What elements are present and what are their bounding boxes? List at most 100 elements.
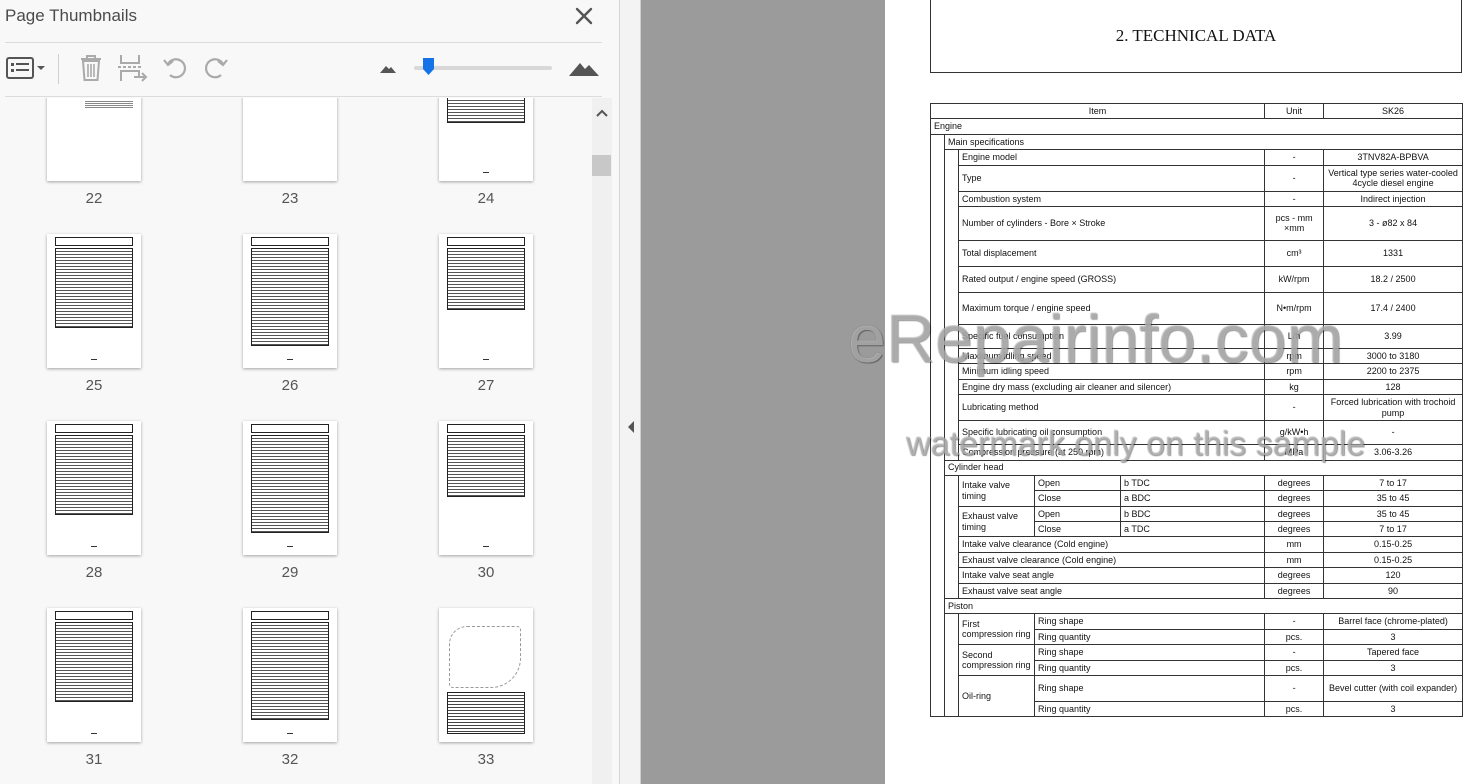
- page-number-label: 31: [85, 751, 103, 768]
- page-thumbnail[interactable]: [47, 234, 141, 368]
- table-row: Intake valve clearance (Cold engine) mm 0.…: [930, 536, 1464, 553]
- indent-cell: [944, 394, 959, 421]
- header-model: SK26: [1323, 102, 1464, 120]
- table-row: Oil-ring Ring shape - Bevel cutter (with co…: [930, 674, 1464, 718]
- indent-cell: [930, 379, 945, 395]
- table-row: Engine dry mass (excluding air cleaner a…: [930, 378, 1464, 396]
- panel-splitter[interactable]: [620, 0, 641, 784]
- page-thumbnail[interactable]: [47, 608, 141, 742]
- indent-cell: [930, 567, 945, 584]
- indent-cell: [930, 675, 945, 702]
- zoom-slider-handle[interactable]: [422, 58, 434, 75]
- spec-unit: -: [1264, 674, 1325, 702]
- valve-timing-label: Exhaust valve timing: [958, 505, 1035, 538]
- close-icon: [575, 7, 593, 25]
- indent-cell: [930, 394, 945, 421]
- spec-value: 3 - ø82 x 84: [1323, 205, 1464, 241]
- page-thumbnail[interactable]: [439, 608, 533, 742]
- ring-label: Oil-ring: [958, 674, 1035, 718]
- indent-cell: [930, 206, 945, 241]
- delete-pages-button[interactable]: [76, 52, 106, 84]
- spec-value: 3TNV82A-BPBVA: [1323, 149, 1464, 166]
- page-thumbnail[interactable]: [439, 421, 533, 555]
- spec-value: 7 to 17: [1323, 474, 1464, 492]
- spec-value: 35 to 45: [1323, 505, 1464, 523]
- indent-cell: [944, 675, 959, 702]
- list-options-icon: [6, 57, 45, 79]
- spec-item: Maximum torque / engine speed: [957, 291, 1266, 325]
- redo-button[interactable]: [201, 52, 231, 84]
- spec-item: Lubricating method: [957, 394, 1266, 422]
- valve-state: Close: [1034, 521, 1121, 538]
- ring-label: First compression ring: [958, 613, 1035, 646]
- zoom-out-button[interactable]: [377, 52, 399, 84]
- page-thumbnail[interactable]: [47, 98, 141, 181]
- spec-value: 3: [1323, 659, 1464, 676]
- page-number-label: 28: [85, 564, 103, 581]
- spec-unit: MPa: [1264, 444, 1325, 461]
- extract-pages-icon: [118, 55, 148, 82]
- valve-reference: b TDC: [1119, 474, 1266, 492]
- spec-unit: degrees: [1264, 474, 1325, 492]
- divider: [5, 96, 602, 97]
- page-thumbnail[interactable]: [243, 234, 337, 368]
- ring-attribute: Ring shape: [1033, 644, 1266, 661]
- spec-value: 17.4 / 2400: [1323, 291, 1464, 325]
- extract-pages-button[interactable]: [116, 52, 148, 84]
- spec-item: Engine model: [957, 149, 1266, 166]
- table-row: Intake valve seat angle degrees 120: [930, 567, 1464, 584]
- spec-unit: L/h: [1264, 323, 1325, 349]
- spec-item: Specific lubricating oil consumption: [957, 420, 1266, 446]
- page-number-label: 25: [85, 377, 103, 394]
- spec-unit: -: [1264, 164, 1325, 192]
- page-thumbnail[interactable]: [243, 608, 337, 742]
- valve-reference: b BDC: [1119, 505, 1266, 523]
- spec-unit: N•m/rpm: [1264, 291, 1325, 325]
- indent-cell: [944, 475, 959, 491]
- table-row: Exhaust valve timing Open b BDC degrees 35 t…: [930, 505, 1464, 538]
- page-thumbnail[interactable]: [439, 98, 533, 181]
- zoom-slider[interactable]: [414, 66, 552, 70]
- indent-cell: [944, 292, 959, 325]
- spec-item: Type: [957, 164, 1266, 192]
- spec-unit: -: [1264, 394, 1325, 422]
- spec-unit: pcs.: [1264, 659, 1325, 676]
- indent-cell: [944, 444, 959, 461]
- indent-cell: [944, 583, 959, 599]
- collapse-panel-button[interactable]: [625, 419, 637, 435]
- thumbnail-options-button[interactable]: [4, 52, 48, 84]
- spec-value: 3.06-3.26: [1323, 444, 1464, 461]
- thumbnail-scrollbar[interactable]: [592, 98, 612, 784]
- indent-cell: [930, 490, 945, 507]
- table-row: Exhaust valve seat angle degrees 90: [930, 582, 1464, 600]
- page-thumbnail[interactable]: [243, 421, 337, 555]
- indent-cell: [944, 613, 959, 630]
- indent-cell: [944, 701, 959, 718]
- table-row: First compression ring Ring shape - Barrel …: [930, 613, 1464, 646]
- undo-button[interactable]: [160, 52, 190, 84]
- page-thumbnail[interactable]: [243, 98, 337, 181]
- valve-reference: a BDC: [1119, 490, 1266, 507]
- indent-cell: [930, 363, 945, 380]
- spec-value: Tapered face: [1323, 644, 1464, 661]
- indent-cell: [944, 490, 959, 507]
- scrollbar-thumb[interactable]: [592, 155, 611, 176]
- scroll-up-button[interactable]: [594, 106, 610, 120]
- indent-cell: [930, 134, 945, 150]
- valve-state: Open: [1034, 474, 1121, 492]
- zoom-in-button[interactable]: [566, 52, 602, 84]
- page-number-label: 24: [477, 190, 495, 207]
- page-thumbnail[interactable]: [47, 421, 141, 555]
- indent-cell: [930, 475, 945, 491]
- page-number-label: 30: [477, 564, 495, 581]
- page-thumbnail[interactable]: [439, 234, 533, 368]
- indent-cell: [944, 629, 959, 645]
- spec-item: Intake valve clearance (Cold engine): [957, 536, 1266, 553]
- close-panel-button[interactable]: [572, 4, 596, 28]
- spec-item: Intake valve seat angle: [957, 567, 1266, 584]
- indent-cell: [930, 348, 945, 364]
- valve-timing-label: Intake valve timing: [958, 474, 1035, 507]
- table-row: Minimum idling speed rpm 2200 to 2375: [930, 363, 1464, 380]
- valve-state: Close: [1034, 490, 1121, 507]
- table-row: Intake valve timing Open b TDC degrees 7 to …: [930, 474, 1464, 507]
